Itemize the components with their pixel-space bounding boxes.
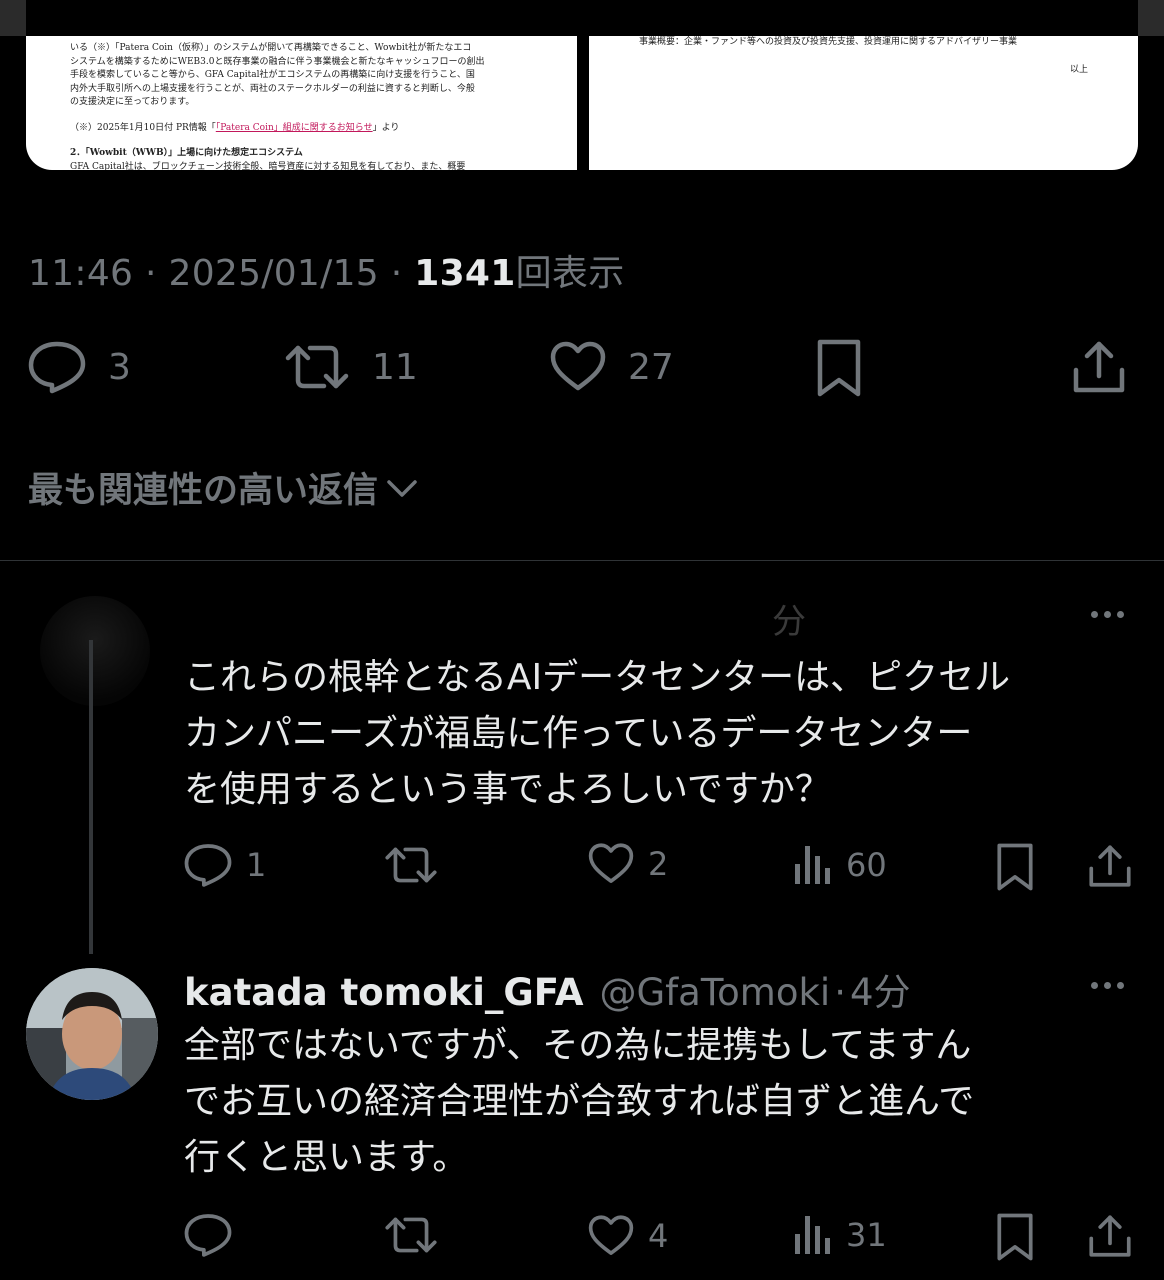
tweet-meta: 11:46 · 2025/01/15 · 1341回表示 (28, 244, 625, 296)
meta-separator: · (378, 253, 415, 294)
repost-icon (384, 1212, 438, 1258)
like-icon (550, 340, 606, 394)
reply-count: 1 (246, 846, 267, 884)
like-icon (588, 1214, 634, 1258)
views-count: 31 (846, 1216, 887, 1254)
share-icon (1088, 1212, 1132, 1260)
reply-count: 3 (108, 346, 131, 388)
tweet-date: 2025/01/15 (168, 253, 379, 294)
avatar[interactable] (26, 968, 158, 1100)
views-button[interactable]: 60 (794, 844, 887, 886)
repost-button[interactable] (384, 1212, 452, 1258)
reply-text-line: でお互いの経済合理性が合致すれば自ずと進んで (184, 1081, 975, 1122)
repost-button[interactable]: 11 (284, 340, 418, 394)
doc-line: の支援決定に至っております。 (70, 97, 195, 107)
reply-sort-selector[interactable]: 最も関連性の高い返信 (28, 462, 418, 513)
doc-note: （※）2025年1月10日付 PR情報「「Patera Coin」組成に関するお… (70, 122, 537, 136)
reply-button[interactable] (184, 1212, 246, 1258)
reply-icon (184, 842, 232, 888)
reply-text-line: これらの根幹となるAIデータセンターは、ピクセル (184, 657, 1011, 698)
like-button[interactable]: 27 (550, 340, 674, 394)
doc-section-heading: 2．「Wowbit（WWB）」上場に向けた想定エコシステム (70, 148, 303, 158)
bookmark-icon (996, 842, 1034, 892)
repost-button[interactable] (384, 842, 452, 888)
doc-line: 手段を模索していること等から、GFA Capital社がエコシステムの再構築に向… (70, 70, 475, 80)
doc-line: 事業概要：企業・ファンド等への投資及び投資先支援、投資運用に関するアドバイザリー… (639, 37, 1018, 47)
views-icon (794, 844, 832, 886)
doc-line: GFA Capital社は、ブロックチェーン技術全般、暗号資産に対する知見を有し… (70, 161, 466, 171)
share-button[interactable] (1088, 1212, 1132, 1260)
doc-note-prefix: （※）2025年1月10日付 PR情報「 (70, 122, 216, 133)
bookmark-icon (996, 1212, 1034, 1262)
share-button[interactable] (1088, 842, 1132, 890)
repost-count: 11 (372, 346, 418, 388)
thread-connector (89, 640, 93, 954)
reply-time: 分 (772, 602, 806, 642)
bookmark-button[interactable] (996, 842, 1034, 892)
reply-author: katada tomoki_GFA @GfaTomoki · 4分 (184, 962, 911, 1016)
view-count-label: 回表示 (515, 253, 625, 294)
more-icon[interactable] (1091, 982, 1124, 989)
views-icon (794, 1214, 832, 1256)
reply-text-line: 行くと思います。 (184, 1137, 469, 1178)
more-icon[interactable] (1091, 611, 1124, 618)
reply-text-line: を使用するという事でよろしいですか？ (184, 769, 831, 810)
attached-image-right[interactable]: 事業概要：企業・ファンド等への投資及び投資先支援、投資運用に関するアドバイザリー… (589, 36, 1138, 170)
bookmark-button[interactable] (816, 338, 862, 398)
views-count: 60 (846, 846, 887, 884)
reply-text: 全部ではないですが、その為に提携もしてますん でお互いの経済合理性が合致すれば自… (184, 1018, 974, 1186)
tweet-time: 11:46 (28, 253, 134, 294)
like-button[interactable]: 4 (588, 1214, 668, 1258)
tweet-detail-screen: いる（※）「Patera Coin（仮称）」のシステムが開いて再構築できること、… (0, 0, 1164, 1280)
meta-separator: · (834, 971, 846, 1014)
view-count[interactable]: 1341 (414, 253, 515, 294)
like-count: 4 (648, 1217, 669, 1255)
views-button[interactable]: 31 (794, 1214, 887, 1256)
reply-sort-label: 最も関連性の高い返信 (28, 471, 379, 511)
chevron-down-icon (386, 468, 418, 508)
repost-icon (384, 842, 438, 888)
like-count: 27 (628, 346, 674, 388)
share-icon (1072, 338, 1126, 396)
divider (0, 560, 1164, 561)
meta-separator: · (133, 253, 169, 294)
reply-icon (28, 340, 86, 394)
doc-line: 内外大手取引所への上場支援を行うことが、両社のステークホルダーの利益に資すると判… (70, 83, 475, 94)
share-icon (1088, 842, 1132, 890)
bookmark-button[interactable] (996, 1212, 1034, 1262)
like-icon (588, 842, 634, 886)
doc-end-mark: 以上 (1069, 64, 1088, 75)
author-name[interactable]: katada tomoki_GFA (184, 971, 583, 1014)
reply-button[interactable]: 1 (184, 842, 266, 888)
doc-line: いる（※）「Patera Coin（仮称）」のシステムが開いて再構築できること、… (70, 43, 472, 53)
like-button[interactable]: 2 (588, 842, 668, 886)
author-handle[interactable]: @GfaTomoki (599, 971, 830, 1014)
attached-images[interactable]: いる（※）「Patera Coin（仮称）」のシステムが開いて再構築できること、… (26, 0, 1138, 170)
reply-button[interactable]: 3 (28, 340, 131, 394)
doc-line: システムを構築するためにWEB3.0と既存事業の融合に伴う事業機会と新たなキャッ… (70, 56, 485, 67)
share-button[interactable] (1072, 338, 1126, 396)
reply-text-line: カンパニーズが福島に作っているデータセンター (184, 713, 973, 754)
like-count: 2 (648, 845, 669, 883)
reply-time: 4分 (849, 971, 911, 1014)
reply-text-line: 全部ではないですが、その為に提携もしてますん (184, 1025, 972, 1066)
doc-note-suffix: 」より (372, 122, 400, 133)
reply-icon (184, 1212, 232, 1258)
reply-text: これらの根幹となるAIデータセンターは、ピクセル カンパニーズが福島に作っている… (184, 650, 1010, 818)
doc-note-link: 「Patera Coin」組成に関するお知らせ (215, 122, 373, 133)
repost-icon (284, 340, 350, 394)
bookmark-icon (816, 338, 862, 398)
avatar[interactable] (40, 596, 150, 706)
attached-image-left[interactable]: いる（※）「Patera Coin（仮称）」のシステムが開いて再構築できること、… (26, 36, 577, 170)
